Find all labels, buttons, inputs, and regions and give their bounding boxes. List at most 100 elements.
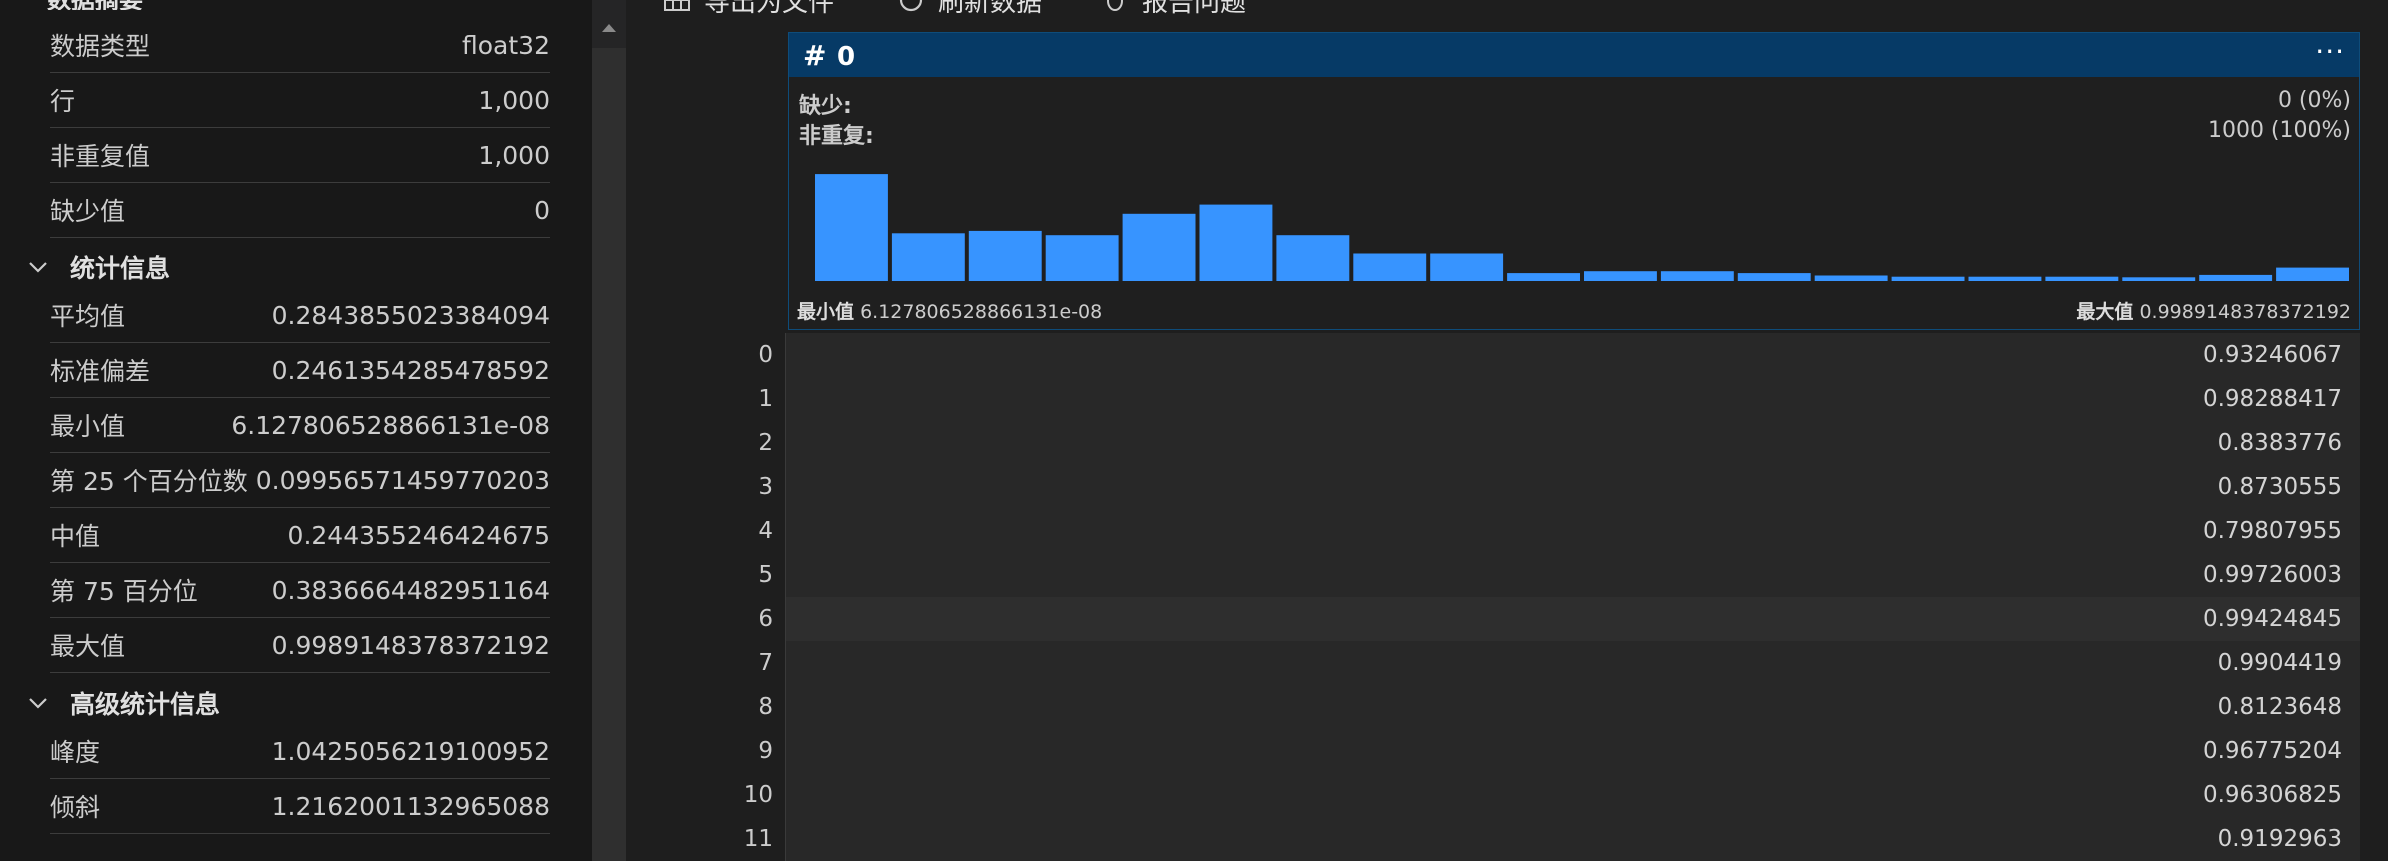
row-index: 5 [628, 553, 786, 597]
prop-label: 中值 [50, 522, 101, 551]
table-row[interactable]: 10 0.96306825 [628, 773, 2360, 817]
table-row[interactable]: 2 0.8383776 [628, 421, 2360, 465]
stat-row-min: 最小值 6.127806528866131e-08 [50, 398, 550, 453]
prop-value: 1,000 [478, 140, 550, 170]
histogram-bar[interactable] [1353, 253, 1427, 282]
prop-label: 非重复值 [50, 142, 151, 171]
table-row[interactable]: 0 0.93246067 [628, 333, 2360, 377]
advanced-section-header[interactable]: 高级统计信息 [28, 683, 220, 723]
table-row[interactable]: 6 0.99424845 [628, 597, 2360, 641]
prop-value: 0 [534, 195, 550, 225]
stat-row-p25: 第 25 个百分位数 0.09956571459770203 [50, 453, 550, 508]
value-cell[interactable]: 0.99424845 [786, 597, 2360, 641]
summary-panel: 数据摘要 数据类型 float32 行 1,000 非重复值 1,000 缺少值… [0, 0, 592, 861]
export-label: 导出为文件 [704, 0, 835, 18]
prop-label: 数据类型 [50, 32, 151, 61]
prop-value: 0.3836664482951164 [271, 575, 550, 605]
histogram-bar[interactable] [1276, 235, 1350, 281]
histogram-bar[interactable] [1660, 271, 1734, 281]
summary-scrollbar[interactable] [592, 0, 626, 861]
histogram-bar[interactable] [1430, 253, 1504, 282]
histogram-bar[interactable] [815, 174, 888, 281]
column-header-card[interactable]: # 0 ··· 缺少: 0 (0%) 非重复: 1000 (100%) 最小值 … [788, 32, 2360, 330]
prop-label: 倾斜 [50, 793, 101, 822]
min-label: 最小值 [797, 301, 855, 323]
value-cell[interactable]: 0.8730555 [786, 465, 2360, 509]
chevron-down-icon [29, 698, 47, 709]
histogram-bar[interactable] [1814, 275, 1888, 282]
scrollbar-thumb[interactable] [592, 48, 626, 861]
table-row[interactable]: 8 0.8123648 [628, 685, 2360, 729]
histogram-bar[interactable] [1968, 276, 2042, 281]
export-button[interactable]: 导出为文件 [664, 0, 835, 18]
report-issue-label: 报告问题 [1142, 0, 1247, 18]
prop-label: 第 25 个百分位数 [50, 467, 248, 496]
max-value: 0.9989148378372192 [2139, 301, 2351, 323]
table-row[interactable]: 1 0.98288417 [628, 377, 2360, 421]
table-icon [664, 0, 690, 11]
stats-section-header[interactable]: 统计信息 [28, 247, 170, 287]
prop-value: 0.09956571459770203 [255, 465, 550, 495]
refresh-icon [899, 0, 923, 12]
table-row[interactable]: 7 0.9904419 [628, 641, 2360, 685]
row-index: 6 [628, 597, 786, 641]
prop-label: 标准偏差 [50, 357, 151, 386]
value-cell[interactable]: 0.9192963 [786, 817, 2360, 861]
histogram-bar[interactable] [1737, 273, 1811, 281]
prop-value: 1,000 [478, 85, 550, 115]
histogram-bar[interactable] [1199, 204, 1273, 281]
report-issue-button[interactable]: 报告问题 [1102, 0, 1247, 18]
row-index: 3 [628, 465, 786, 509]
scroll-up-arrow-icon[interactable] [602, 24, 616, 32]
summary-row-dtype: 数据类型 float32 [50, 18, 550, 73]
prop-value: 0.2843855023384094 [271, 300, 550, 330]
refresh-button[interactable]: 刷新数据 [898, 0, 1043, 18]
histogram-max: 最大值 0.9989148378372192 [2076, 297, 2351, 324]
value-cell[interactable]: 0.8383776 [786, 421, 2360, 465]
histogram-bar[interactable] [1507, 273, 1580, 281]
histogram-bar[interactable] [1891, 276, 1965, 281]
value-cell[interactable]: 0.96306825 [786, 773, 2360, 817]
histogram-bar[interactable] [2122, 277, 2196, 281]
histogram-bar[interactable] [1122, 213, 1196, 281]
table-row[interactable]: 9 0.96775204 [628, 729, 2360, 773]
histogram-bar[interactable] [1584, 271, 1657, 281]
prop-value: 6.127806528866131e-08 [231, 410, 550, 440]
row-index: 4 [628, 509, 786, 553]
value-cell[interactable]: 0.8123648 [786, 685, 2360, 729]
histogram-bar[interactable] [2276, 267, 2349, 281]
histogram-bar[interactable] [891, 233, 965, 281]
value-cell[interactable]: 0.99726003 [786, 553, 2360, 597]
table-row[interactable]: 3 0.8730555 [628, 465, 2360, 509]
value-cell[interactable]: 0.98288417 [786, 377, 2360, 421]
stat-row-skew: 倾斜 1.2162001132965088 [50, 779, 550, 834]
value-cell[interactable]: 0.93246067 [786, 333, 2360, 377]
histogram-bar[interactable] [1045, 235, 1119, 281]
table-row[interactable]: 11 0.9192963 [628, 817, 2360, 861]
prop-label: 最大值 [50, 632, 126, 661]
advanced-section-title: 高级统计信息 [70, 690, 221, 719]
value-cell[interactable]: 0.9904419 [786, 641, 2360, 685]
histogram-min: 最小值 6.127806528866131e-08 [797, 297, 1102, 324]
refresh-label: 刷新数据 [938, 0, 1043, 18]
stats-section-title: 统计信息 [70, 254, 171, 283]
prop-label: 第 75 百分位 [50, 577, 198, 606]
summary-row-missing: 缺少值 0 [50, 183, 550, 238]
prop-label: 平均值 [50, 302, 126, 331]
row-index: 11 [628, 817, 786, 861]
prop-value: 1.2162001132965088 [271, 791, 550, 821]
stat-row-median: 中值 0.244355246424675 [50, 508, 550, 563]
value-cell[interactable]: 0.96775204 [786, 729, 2360, 773]
histogram-bar[interactable] [968, 230, 1042, 281]
stat-row-kurtosis: 峰度 1.0425056219100952 [50, 724, 550, 779]
histogram-bar[interactable] [2199, 274, 2273, 281]
summary-section-title: 数据摘要 [47, 0, 143, 10]
value-cell[interactable]: 0.79807955 [786, 509, 2360, 553]
row-index: 9 [628, 729, 786, 773]
row-index: 0 [628, 333, 786, 377]
histogram-bar[interactable] [2045, 276, 2119, 281]
table-row[interactable]: 4 0.79807955 [628, 509, 2360, 553]
stat-row-max: 最大值 0.9989148378372192 [50, 618, 550, 673]
table-row[interactable]: 5 0.99726003 [628, 553, 2360, 597]
row-index: 1 [628, 377, 786, 421]
